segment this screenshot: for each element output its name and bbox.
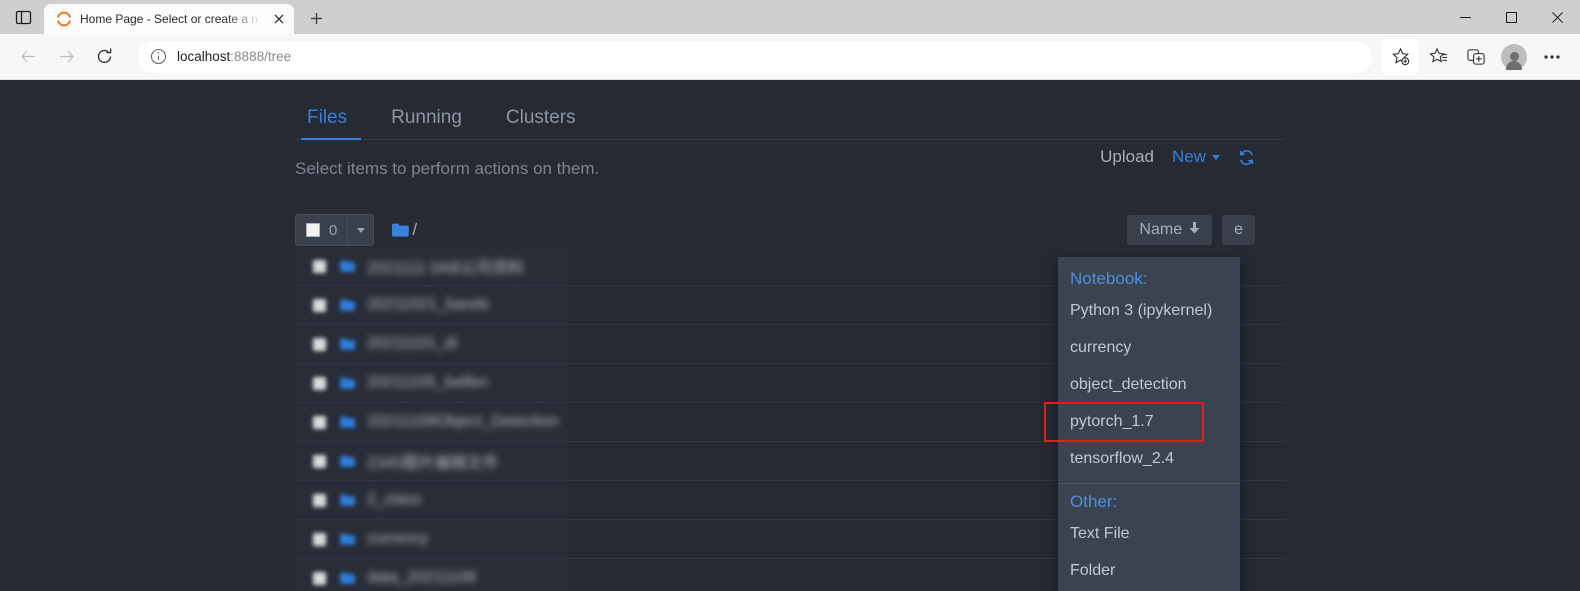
selection-group: 0 bbox=[295, 214, 375, 246]
breadcrumb-path: / bbox=[412, 220, 418, 239]
menu-header-notebook: Notebook: bbox=[1070, 269, 1148, 288]
toolbar-actions bbox=[1382, 38, 1570, 75]
file-name[interactable]: currency bbox=[367, 530, 428, 548]
settings-more-icon[interactable] bbox=[1534, 39, 1570, 75]
file-toolbar: 0 / Name e bbox=[295, 213, 1285, 247]
tab-running[interactable]: Running bbox=[369, 99, 484, 139]
new-button-label: New bbox=[1171, 147, 1206, 166]
folder-icon bbox=[340, 299, 357, 312]
profile-avatar[interactable] bbox=[1501, 43, 1527, 70]
close-icon[interactable] bbox=[270, 10, 288, 28]
row-checkbox[interactable] bbox=[313, 376, 326, 390]
row-checkbox[interactable] bbox=[313, 298, 326, 312]
folder-icon bbox=[340, 572, 357, 585]
file-name[interactable]: 20211109Object_Detection bbox=[367, 413, 559, 431]
breadcrumb[interactable]: / bbox=[392, 220, 417, 240]
select-all-button[interactable]: 0 bbox=[295, 214, 349, 246]
back-button[interactable] bbox=[10, 39, 46, 75]
file-name[interactable]: 2_class bbox=[367, 491, 421, 509]
window-close-icon[interactable] bbox=[1534, 0, 1580, 34]
menu-item-pytorch-17[interactable]: pytorch_1.7 bbox=[1044, 402, 1240, 442]
file-name[interactable]: 2021111 0AB公司资料 bbox=[367, 254, 524, 278]
file-name[interactable]: 20211101_di bbox=[367, 335, 457, 353]
sort-name-label: Name bbox=[1139, 221, 1183, 238]
menu-item-folder[interactable]: Folder bbox=[1058, 553, 1240, 590]
jupyter-page: Files Running Clusters Select items to p… bbox=[0, 81, 1580, 591]
browser-window: Home Page - Select or create a n localho… bbox=[0, 0, 1580, 591]
menu-header-other: Other: bbox=[1070, 492, 1118, 511]
sort-secondary-button[interactable]: e bbox=[1222, 215, 1255, 245]
tab-running-label: Running bbox=[391, 107, 462, 128]
menu-divider bbox=[1058, 483, 1240, 484]
refresh-button[interactable] bbox=[1238, 149, 1255, 166]
favorites-icon[interactable] bbox=[1420, 39, 1456, 75]
row-checkbox[interactable] bbox=[313, 259, 326, 273]
sort-by-name-button[interactable]: Name bbox=[1127, 215, 1213, 245]
folder-icon bbox=[340, 377, 357, 390]
file-name[interactable]: data_20211108 bbox=[367, 569, 476, 587]
url-text: localhost:8888/tree bbox=[177, 49, 291, 64]
menu-item-currency[interactable]: currency bbox=[1058, 330, 1240, 367]
selection-count: 0 bbox=[329, 221, 338, 239]
jupyter-favicon bbox=[56, 11, 72, 27]
row-checkbox[interactable] bbox=[313, 337, 326, 351]
new-button[interactable]: New bbox=[1172, 147, 1220, 167]
browser-toolbar: localhost:8888/tree bbox=[0, 34, 1580, 80]
menu-item-python3[interactable]: Python 3 (ipykernel) bbox=[1058, 293, 1240, 330]
tab-files[interactable]: Files bbox=[295, 99, 369, 140]
file-actions: Upload New bbox=[1100, 147, 1255, 167]
tab-title: Home Page - Select or create a n bbox=[80, 12, 259, 26]
row-checkbox[interactable] bbox=[313, 454, 326, 468]
browser-tab[interactable]: Home Page - Select or create a n bbox=[44, 4, 294, 34]
split-pane-icon[interactable] bbox=[6, 0, 40, 34]
folder-icon bbox=[340, 338, 357, 351]
url-path: :8888/tree bbox=[230, 49, 292, 64]
collections-icon[interactable] bbox=[1458, 39, 1494, 75]
folder-icon bbox=[340, 494, 357, 507]
file-name[interactable]: 20211105_belfen bbox=[367, 374, 488, 392]
jupyter-tabs: Files Running Clusters bbox=[295, 81, 1285, 140]
new-tab-button[interactable] bbox=[302, 4, 330, 32]
maximize-icon[interactable] bbox=[1488, 0, 1534, 34]
url-host: localhost bbox=[177, 49, 231, 64]
chevron-down-icon bbox=[1212, 154, 1220, 160]
menu-item-text-file[interactable]: Text File bbox=[1058, 516, 1240, 553]
tab-files-label: Files bbox=[307, 107, 348, 128]
row-checkbox[interactable] bbox=[313, 493, 326, 507]
window-controls bbox=[1442, 0, 1580, 34]
row-checkbox[interactable] bbox=[313, 415, 326, 429]
folder-icon bbox=[340, 533, 357, 546]
folder-icon bbox=[392, 223, 411, 238]
file-name[interactable]: 20211021_bands bbox=[367, 296, 490, 314]
address-bar[interactable]: localhost:8888/tree bbox=[138, 40, 1372, 73]
sort-secondary-label: e bbox=[1234, 221, 1243, 238]
menu-item-tensorflow-24[interactable]: tensorflow_2.4 bbox=[1058, 441, 1240, 478]
tab-clusters-label: Clusters bbox=[505, 107, 576, 128]
row-checkbox[interactable] bbox=[313, 532, 326, 546]
checkbox-icon[interactable] bbox=[306, 223, 320, 237]
selection-dropdown-button[interactable] bbox=[348, 214, 375, 246]
folder-icon bbox=[340, 260, 357, 273]
chevron-down-icon bbox=[356, 227, 365, 233]
sort-buttons: Name e bbox=[1127, 215, 1255, 245]
info-icon[interactable] bbox=[150, 48, 167, 65]
minimize-icon[interactable] bbox=[1442, 0, 1488, 34]
file-name[interactable]: 2345图片编辑文件 bbox=[367, 449, 499, 473]
upload-button[interactable]: Upload bbox=[1100, 147, 1154, 167]
tab-strip: Home Page - Select or create a n bbox=[0, 0, 1580, 34]
reload-button[interactable] bbox=[86, 39, 122, 75]
row-checkbox[interactable] bbox=[313, 571, 326, 585]
add-favorite-icon[interactable] bbox=[1382, 38, 1418, 75]
arrow-down-icon bbox=[1189, 221, 1200, 239]
menu-item-object-detection[interactable]: object_detection bbox=[1058, 367, 1240, 404]
new-dropdown-menu: Notebook: Python 3 (ipykernel) currency … bbox=[1044, 257, 1240, 591]
tab-clusters[interactable]: Clusters bbox=[484, 99, 598, 139]
folder-icon bbox=[340, 416, 357, 429]
folder-icon bbox=[340, 455, 357, 468]
forward-button[interactable] bbox=[48, 39, 84, 75]
